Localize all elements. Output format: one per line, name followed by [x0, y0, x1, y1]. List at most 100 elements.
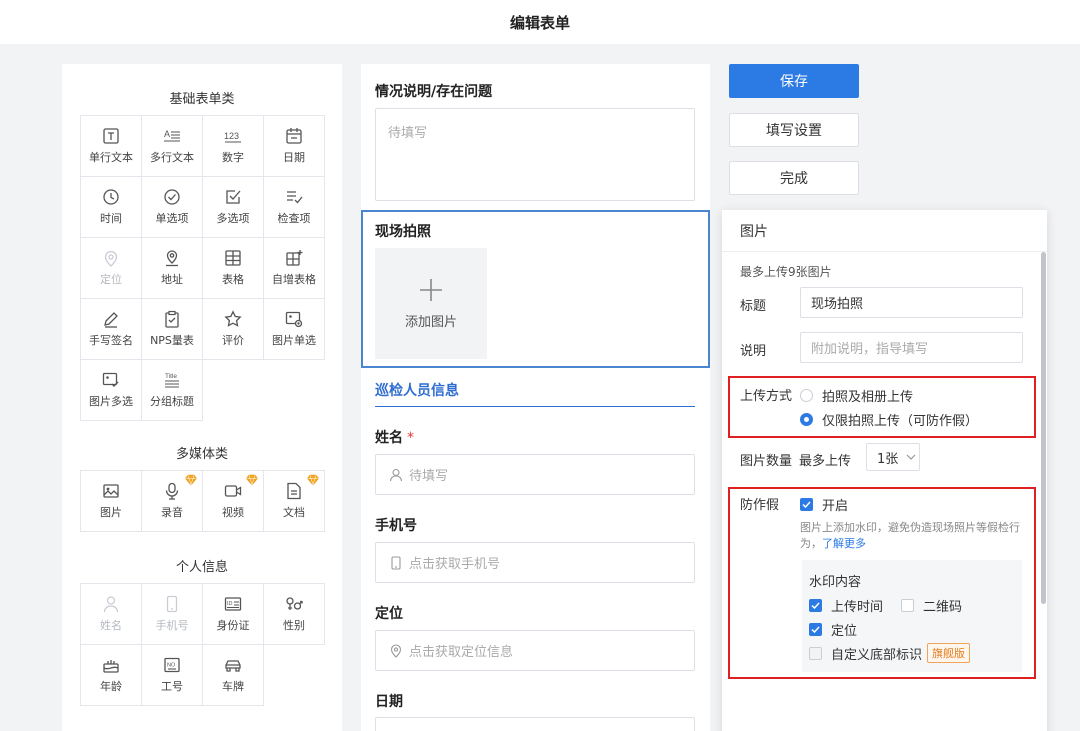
- basic-field-item-label: 多行文本: [150, 151, 194, 164]
- media-field-item-label: 图片: [100, 506, 122, 519]
- phone-placeholder: 点击获取手机号: [409, 557, 501, 572]
- basic-field-item-label: 定位: [100, 273, 122, 286]
- add-photo-button[interactable]: 添加图片: [375, 248, 487, 359]
- media-field-item[interactable]: 图片: [81, 471, 142, 532]
- title-input[interactable]: 现场拍照: [800, 287, 1023, 318]
- media-field-item[interactable]: 视频: [203, 471, 264, 532]
- svg-text:ID: ID: [227, 601, 233, 607]
- basic-field-item[interactable]: 123 数字: [203, 116, 264, 177]
- basic-field-item[interactable]: 评价: [203, 299, 264, 360]
- basic-field-item: 定位: [81, 238, 142, 299]
- basic-field-item-label: 图片单选: [272, 334, 316, 347]
- description-input[interactable]: 附加说明，指导填写: [800, 332, 1023, 363]
- photo-field-selected[interactable]: 现场拍照 添加图片: [361, 210, 710, 368]
- form-canvas: 情况说明/存在问题 待填写 现场拍照 添加图片 巡检人员信息 姓名 * 待填写 手…: [361, 64, 710, 731]
- section-header: 巡检人员信息: [375, 383, 459, 399]
- desc-field-title: 情况说明/存在问题: [375, 84, 493, 100]
- image-count-prefix: 最多上传: [799, 454, 852, 469]
- calendar-icon: [286, 128, 302, 144]
- text-box-icon: [103, 128, 119, 144]
- media-field-item[interactable]: 录音: [142, 471, 203, 532]
- basic-field-item-label: 单选项: [155, 212, 189, 225]
- basic-field-item[interactable]: 地址: [142, 238, 203, 299]
- fill-settings-button[interactable]: 填写设置: [729, 113, 859, 147]
- image-count-value: 1张: [877, 451, 899, 467]
- personal-field-item: 手机号: [142, 584, 203, 645]
- basic-field-item[interactable]: 图片多选: [81, 360, 142, 421]
- basic-field-item-label: 单行文本: [89, 151, 133, 164]
- date-field-title: 日期: [375, 694, 403, 710]
- title-icon: Title: [165, 373, 179, 388]
- basic-field-item[interactable]: 检查项: [264, 177, 325, 238]
- personal-field-item[interactable]: 年龄: [81, 645, 142, 706]
- basic-field-item-label: 评价: [222, 334, 244, 347]
- svg-text:A: A: [164, 129, 170, 139]
- basic-field-item-label: 数字: [222, 151, 244, 164]
- personal-fields-grid: 姓名 手机号 ID 身份证 性别年龄 NO 工号 车牌: [80, 583, 325, 706]
- basic-field-item-label: 时间: [100, 212, 122, 225]
- media-section-title: 多媒体类: [175, 447, 228, 462]
- basic-field-item[interactable]: 日期: [264, 116, 325, 177]
- section-divider: [375, 406, 695, 407]
- basic-field-item[interactable]: 图片单选: [264, 299, 325, 360]
- basic-field-item[interactable]: 自增表格: [264, 238, 325, 299]
- personal-field-item-label: 手机号: [155, 619, 189, 632]
- top-bar: 编辑表单: [0, 0, 1080, 44]
- table-icon: [225, 250, 241, 266]
- personal-field-item[interactable]: NO 工号: [142, 645, 203, 706]
- name-field-title: 姓名 *: [375, 427, 414, 447]
- personal-field-item-label: 身份证: [216, 619, 250, 632]
- basic-field-item[interactable]: 手写签名: [81, 299, 142, 360]
- basic-field-item[interactable]: A 多行文本: [142, 116, 203, 177]
- basic-field-item[interactable]: Title 分组标题: [142, 360, 203, 421]
- gender-icon: [286, 597, 303, 610]
- basic-field-item[interactable]: 单行文本: [81, 116, 142, 177]
- basic-field-item[interactable]: 表格: [203, 238, 264, 299]
- personal-field-item[interactable]: ID 身份证: [203, 584, 264, 645]
- description-label: 说明: [740, 344, 767, 359]
- basic-fields-grid: 单行文本 A 多行文本 123 数字 日期时间 单选项 多选项 检查项定位 地址 表格 自增表格手写签…: [80, 115, 325, 421]
- save-button[interactable]: 保存: [729, 64, 859, 98]
- phone-input[interactable]: 点击获取手机号: [375, 542, 695, 583]
- address-pin-icon: [166, 250, 178, 267]
- pen-icon: [104, 312, 118, 328]
- basic-field-item[interactable]: 单选项: [142, 177, 203, 238]
- name-input[interactable]: 待填写: [375, 454, 695, 495]
- location-pin-icon: [104, 250, 118, 267]
- media-field-item-label: 录音: [161, 506, 183, 519]
- svg-text:123: 123: [224, 131, 239, 141]
- id-card-icon: ID: [224, 597, 242, 611]
- media-field-item[interactable]: 文档: [264, 471, 325, 532]
- svg-text:Title: Title: [165, 373, 177, 380]
- person-icon: [389, 468, 403, 481]
- badge-icon: NO: [164, 657, 180, 673]
- video-icon: [224, 485, 242, 497]
- basic-field-item-label: 地址: [161, 273, 183, 286]
- date-input[interactable]: [375, 717, 695, 731]
- image-count-select[interactable]: 1张: [866, 443, 920, 471]
- image-check-icon: [102, 372, 119, 387]
- panel-scrollbar[interactable]: [1041, 252, 1046, 604]
- personal-field-item: 姓名: [81, 584, 142, 645]
- desc-textarea[interactable]: 待填写: [375, 108, 695, 201]
- multiline-text-icon: A: [164, 129, 180, 142]
- basic-field-item-label: 手写签名: [89, 334, 133, 347]
- media-field-item-label: 文档: [283, 506, 305, 519]
- number-icon: 123: [224, 131, 241, 143]
- basic-section-title: 基础表单类: [169, 92, 235, 107]
- personal-field-item-label: 姓名: [100, 619, 122, 632]
- done-button[interactable]: 完成: [729, 161, 859, 195]
- vip-diamond-icon: [307, 474, 319, 486]
- phone-icon: [166, 595, 178, 613]
- personal-field-item[interactable]: 性别: [264, 584, 325, 645]
- basic-field-item[interactable]: 时间: [81, 177, 142, 238]
- basic-field-item[interactable]: 多选项: [203, 177, 264, 238]
- car-icon: [225, 660, 241, 672]
- anti-fake-highlight: [728, 487, 1036, 679]
- vip-diamond-icon: [185, 474, 197, 486]
- location-input[interactable]: 点击获取定位信息: [375, 630, 695, 671]
- basic-field-item[interactable]: NPS量表: [142, 299, 203, 360]
- person-icon: [103, 596, 119, 613]
- personal-field-item[interactable]: 车牌: [203, 645, 264, 706]
- location-placeholder: 点击获取定位信息: [409, 645, 514, 660]
